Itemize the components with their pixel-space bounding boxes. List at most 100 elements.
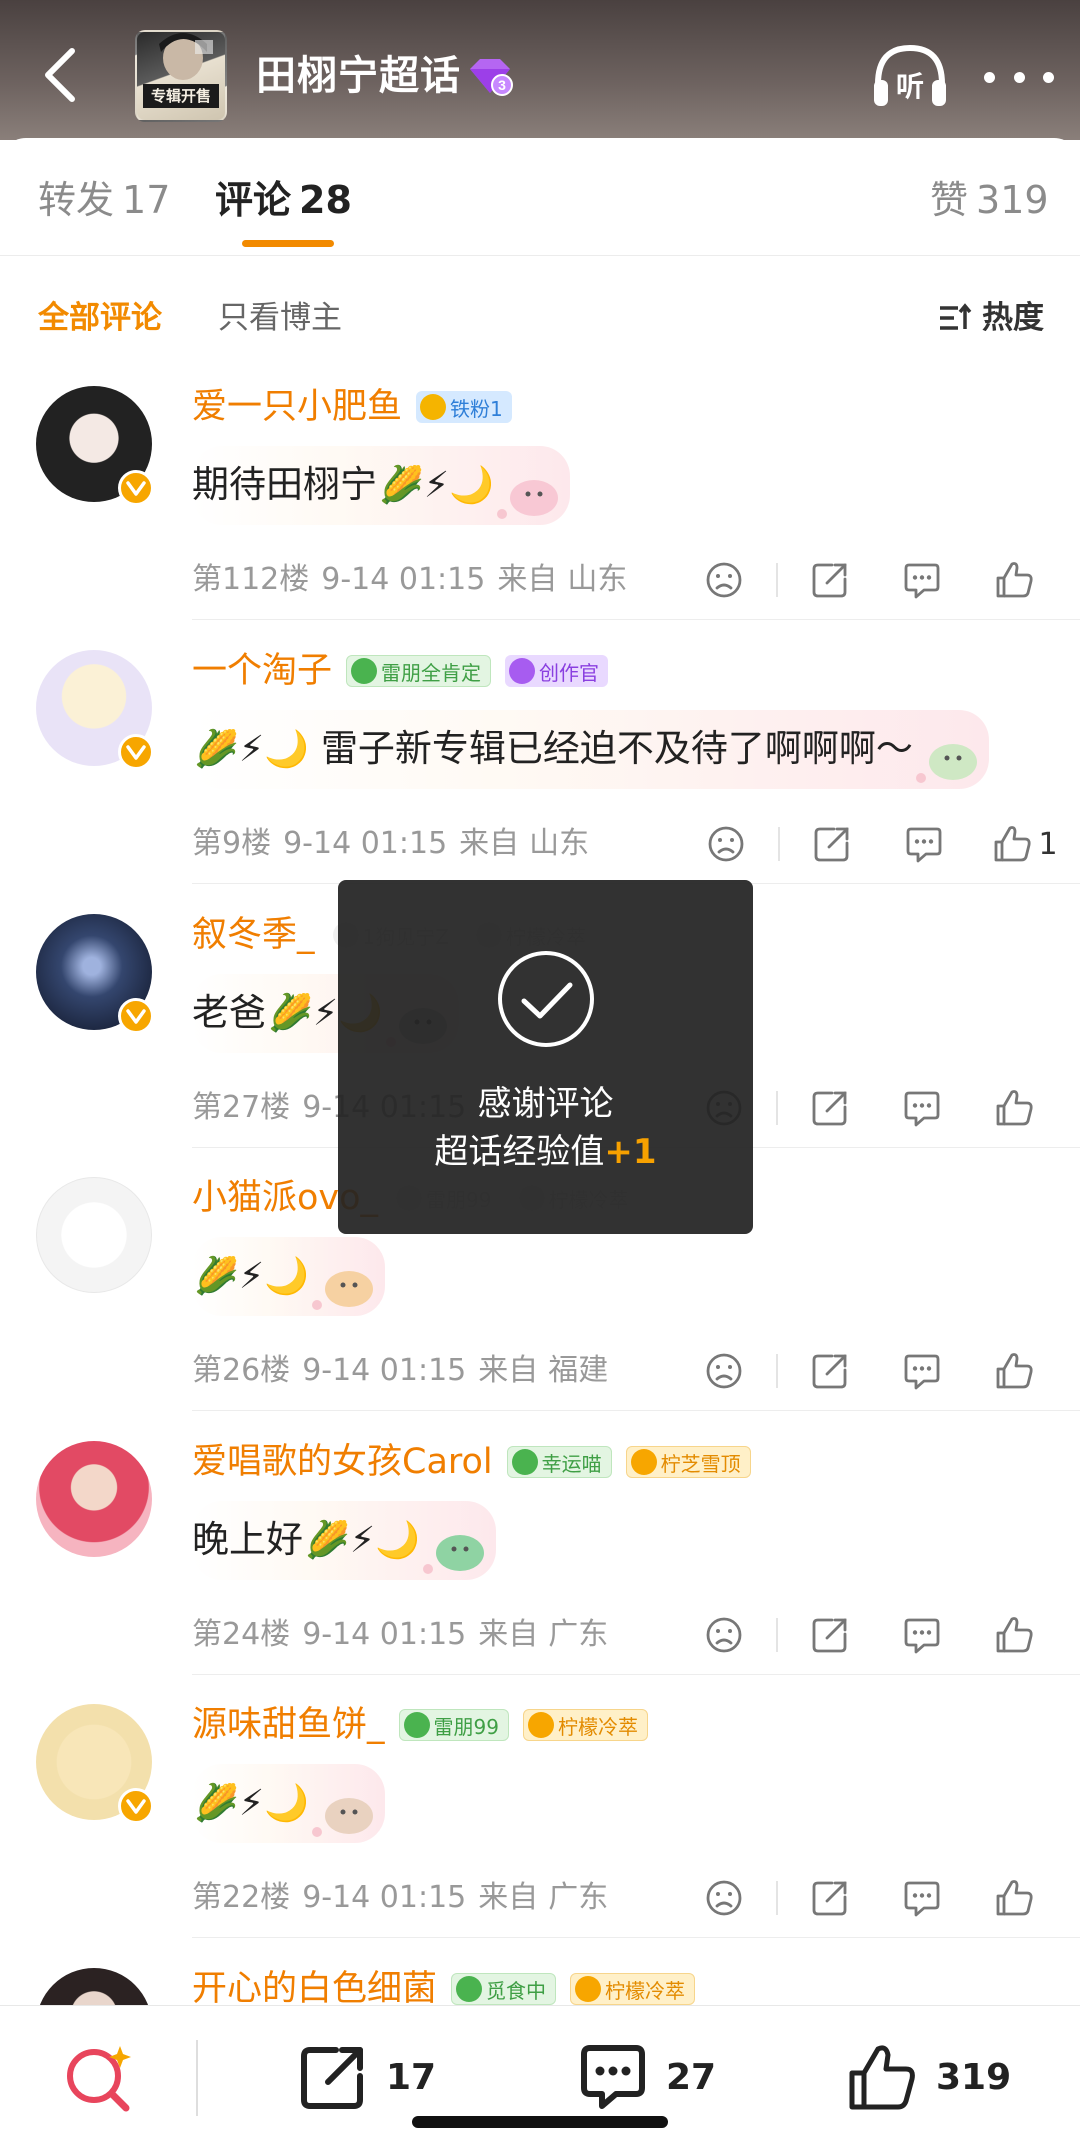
comment-icon	[906, 827, 942, 863]
like-comment-button[interactable]	[968, 1874, 1060, 1922]
reply-button[interactable]	[876, 1084, 968, 1132]
share-comment-button[interactable]	[784, 1611, 876, 1659]
comment-actions	[678, 1611, 1060, 1659]
reply-button[interactable]	[876, 556, 968, 604]
user-tag[interactable]: 雷朋99	[398, 1709, 509, 1741]
username[interactable]: 叙冬季_	[192, 910, 315, 960]
comment-actions: 1	[680, 820, 1080, 868]
dislike-button[interactable]	[678, 556, 770, 604]
avatar[interactable]	[36, 1177, 152, 1293]
like-comment-button[interactable]	[968, 556, 1060, 604]
username[interactable]: 爱一只小肥鱼	[192, 382, 402, 432]
bubble-sticker-icon	[496, 480, 558, 519]
comment-source: 来自	[497, 562, 558, 597]
more-dots-icon	[984, 71, 995, 83]
user-tag[interactable]: 柠檬冷萃	[522, 1709, 648, 1741]
checkmark-circle-icon	[498, 951, 594, 1047]
tab-repost[interactable]: 转发 17	[38, 174, 170, 226]
comment-location: 山东	[567, 562, 628, 597]
reply-button[interactable]	[878, 820, 970, 868]
dislike-button[interactable]	[678, 1611, 770, 1659]
page-title[interactable]: 田栩宁超话	[256, 48, 461, 104]
share-comment-button[interactable]	[786, 820, 878, 868]
bubble-sticker-icon	[311, 1271, 373, 1310]
sort-by-hot-button[interactable]: 热度	[938, 296, 1044, 340]
back-button[interactable]	[30, 40, 90, 110]
like-count: 319	[936, 2056, 1012, 2098]
like-comment-button[interactable]	[968, 1347, 1060, 1395]
share-comment-button[interactable]	[784, 1347, 876, 1395]
dislike-button[interactable]	[680, 820, 772, 868]
avatar[interactable]	[36, 1441, 152, 1557]
tag-icon	[575, 1976, 602, 2002]
toast-line-1: 感谢评论	[477, 1084, 614, 1124]
tag-icon	[351, 658, 378, 684]
tab-likes[interactable]: 赞 319	[930, 174, 1049, 226]
reply-button[interactable]	[876, 1347, 968, 1395]
dislike-button[interactable]	[678, 1874, 770, 1922]
user-tag[interactable]: 幸运喵	[506, 1446, 612, 1478]
reply-button[interactable]	[876, 1874, 968, 1922]
comment-count: 27	[666, 2056, 717, 2098]
more-button[interactable]	[984, 52, 1054, 102]
avatar[interactable]	[36, 1704, 154, 1824]
avatar[interactable]	[36, 386, 154, 506]
comment-actions	[678, 1347, 1060, 1395]
comment-text: 🌽⚡🌙	[192, 1237, 385, 1316]
user-tag[interactable]: 觅食中	[451, 1973, 557, 2005]
like-button[interactable]: 319	[846, 2038, 1011, 2116]
active-tab-indicator	[242, 240, 334, 247]
thumbs-up-icon	[996, 562, 1033, 598]
sad-face-icon	[706, 562, 742, 598]
like-comment-button[interactable]	[968, 1084, 1060, 1132]
share-comment-button[interactable]	[784, 556, 876, 604]
like-count: 1	[1038, 826, 1058, 862]
comment-button[interactable]: 27	[578, 2038, 716, 2116]
user-tag[interactable]: 柠檬冷萃	[570, 1973, 696, 2005]
user-tag[interactable]: 雷朋全肯定	[346, 655, 492, 687]
tab-bar: 转发 17 评论 28 赞 319	[0, 138, 1080, 256]
user-tag[interactable]: 柠芝雪顶	[625, 1446, 751, 1478]
avatar[interactable]	[36, 650, 154, 770]
comment-text: 🌽⚡🌙 雷子新专辑已经迫不及待了啊啊啊～	[192, 710, 989, 789]
share-comment-button[interactable]	[784, 1084, 876, 1132]
emoji-group: 🌽⚡🌙	[194, 1783, 309, 1824]
filter-blogger-only[interactable]: 只看博主	[218, 296, 342, 340]
comment-item: 爱唱歌的女孩Carol 幸运喵 柠芝雪顶 晚上好🌽⚡🌙 第24楼 9-14 01:15 来自…	[0, 1411, 1080, 1675]
floor-number: 第112楼	[192, 562, 310, 597]
floor-number: 第22楼	[192, 1880, 291, 1915]
floor-number: 第27楼	[192, 1090, 291, 1125]
username[interactable]: 一个淘子	[192, 646, 332, 696]
username[interactable]: 源味甜鱼饼_	[192, 1700, 385, 1750]
comment-time: 9-14 01:15	[302, 1617, 467, 1652]
tag-icon	[630, 1449, 657, 1475]
share-comment-button[interactable]	[784, 1874, 876, 1922]
comment-meta: 第22楼 9-14 01:15 来自 广东	[192, 1874, 1080, 1922]
listen-button[interactable]: 听	[870, 40, 950, 112]
emoji-group: 🌽⚡🌙	[379, 465, 494, 506]
topic-cover-image[interactable]: 专辑开售	[135, 30, 227, 122]
avatar[interactable]	[36, 914, 154, 1034]
comment-icon	[904, 1618, 940, 1654]
sad-face-icon	[706, 1353, 742, 1389]
filter-all-comments[interactable]: 全部评论	[38, 296, 162, 340]
like-comment-button[interactable]	[968, 1611, 1060, 1659]
comment-text: 🌽⚡🌙	[192, 1764, 385, 1843]
home-indicator	[412, 2116, 668, 2128]
share-icon	[812, 563, 847, 598]
repost-button[interactable]: 17	[298, 2038, 436, 2116]
thumbs-up-icon	[996, 1617, 1033, 1653]
comment-icon	[904, 1091, 940, 1127]
comment-meta: 第26楼 9-14 01:15 来自 福建	[192, 1347, 1080, 1395]
user-tag[interactable]: 铁粉1	[416, 391, 512, 423]
user-tag[interactable]: 创作官	[505, 655, 609, 687]
floor-number: 第24楼	[192, 1617, 291, 1652]
username[interactable]: 爱唱歌的女孩Carol	[192, 1437, 493, 1487]
reply-button[interactable]	[876, 1611, 968, 1659]
like-comment-button[interactable]: 1	[970, 820, 1080, 868]
tab-comments[interactable]: 评论 28	[215, 174, 352, 226]
dislike-button[interactable]	[678, 1347, 770, 1395]
verified-badge-icon	[118, 470, 154, 506]
super-search-icon[interactable]	[62, 2042, 134, 2114]
comment-source: 来自	[478, 1353, 539, 1388]
